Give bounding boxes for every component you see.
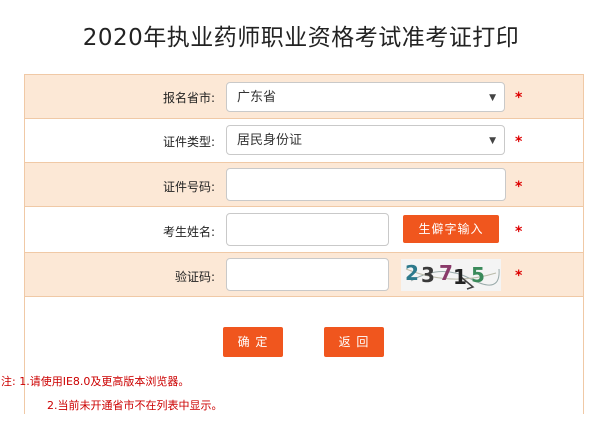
page-title: 2020年执业药师职业资格考试准考证打印 xyxy=(82,25,520,51)
note-line-1: 注: 1.请使用IE8.0及更高版本浏览器。 xyxy=(1,375,190,388)
id-type-select[interactable]: 居民身份证 ▼ xyxy=(226,125,505,155)
name-input[interactable] xyxy=(226,213,389,246)
required-mark: * xyxy=(515,268,523,284)
row-name: 考生姓名: 生僻字输入 * xyxy=(25,207,583,253)
captcha-char: 2 xyxy=(405,261,419,285)
captcha-char: 5 xyxy=(471,263,485,287)
id-type-selected-value: 居民身份证 xyxy=(237,133,303,148)
captcha-char: 7 xyxy=(439,261,453,285)
province-selected-value: 广东省 xyxy=(237,90,277,105)
chevron-down-icon: ▼ xyxy=(489,93,496,103)
captcha-input[interactable] xyxy=(226,258,389,291)
admission-ticket-form: 报名省市: 广东省 ▼ * 证件类型: 居民身份证 ▼ * 证件号码: * 考生… xyxy=(1,74,584,415)
row-province: 报名省市: 广东省 ▼ * xyxy=(25,75,583,119)
name-label: 考生姓名: xyxy=(162,225,215,239)
confirm-button[interactable]: 确 定 xyxy=(223,327,283,357)
id-type-label: 证件类型: xyxy=(162,135,215,149)
id-number-input[interactable] xyxy=(226,168,506,201)
captcha-char: 3 xyxy=(421,263,435,287)
required-mark: * xyxy=(515,90,523,106)
rare-char-input-button[interactable]: 生僻字输入 xyxy=(403,215,499,243)
chevron-down-icon: ▼ xyxy=(489,136,496,146)
required-mark: * xyxy=(515,134,523,150)
captcha-char: 1 xyxy=(453,265,467,289)
required-mark: * xyxy=(515,179,523,195)
required-mark: * xyxy=(515,224,523,240)
back-button[interactable]: 返 回 xyxy=(324,327,384,357)
row-actions: 确 定 返 回 xyxy=(25,297,583,362)
row-id-type: 证件类型: 居民身份证 ▼ * xyxy=(25,119,583,163)
row-captcha: 验证码: 2 3 7 1 5 * xyxy=(25,253,583,297)
id-number-label: 证件号码: xyxy=(162,180,215,194)
note-line-2: 2.当前未开通省市不在列表中显示。 xyxy=(47,399,223,412)
province-label: 报名省市: xyxy=(162,91,215,105)
notes-section: 注: 1.请使用IE8.0及更高版本浏览器。 2.当前未开通省市不在列表中显示。 xyxy=(1,362,583,415)
captcha-image[interactable]: 2 3 7 1 5 xyxy=(401,259,501,291)
province-select[interactable]: 广东省 ▼ xyxy=(226,82,505,112)
captcha-label: 验证码: xyxy=(174,270,215,284)
row-id-number: 证件号码: * xyxy=(25,163,583,207)
